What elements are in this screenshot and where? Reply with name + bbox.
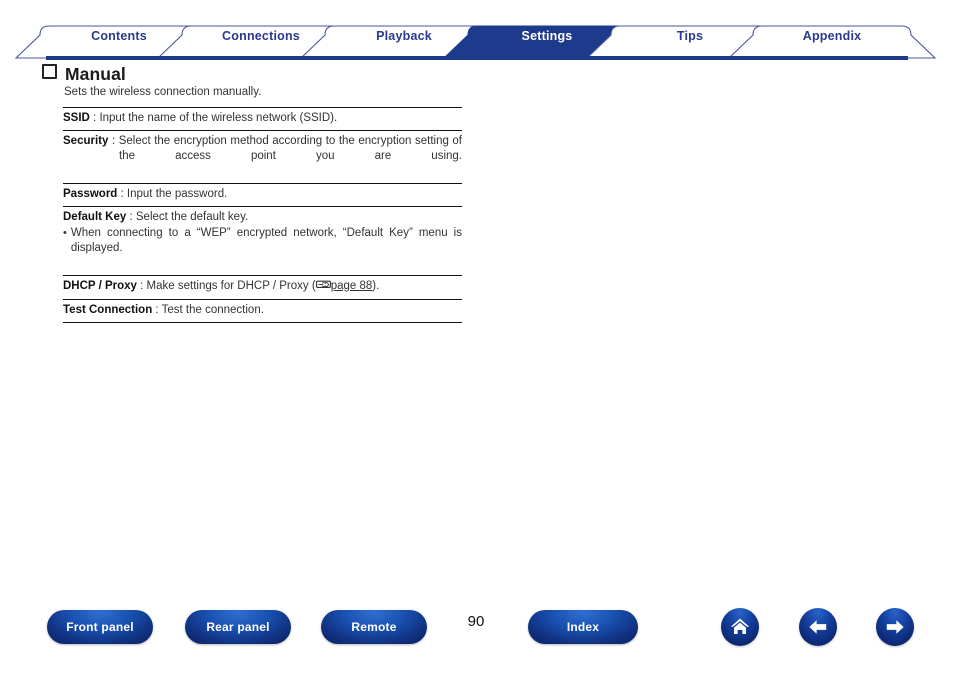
spec-term: DHCP / Proxy bbox=[63, 280, 137, 292]
table-row: Default Key : Select the default key. • … bbox=[63, 207, 462, 276]
page-reference-link[interactable]: page 88 bbox=[315, 279, 373, 295]
table-row: Security : Select the encryption method … bbox=[63, 131, 462, 184]
spec-description: Select the encryption method according t… bbox=[118, 135, 463, 162]
spec-description: Input the password. bbox=[126, 188, 228, 200]
tab-settings[interactable]: Settings bbox=[522, 29, 573, 43]
arrow-left-glyph bbox=[809, 620, 827, 634]
spec-note-text: When connecting to a “WEP” encrypted net… bbox=[70, 227, 462, 254]
spec-term: Default Key bbox=[63, 211, 127, 223]
page-title-text: Manual bbox=[65, 64, 126, 84]
tab-bar: Contents Connections Playback Settings T… bbox=[0, 0, 954, 62]
arrow-right-glyph bbox=[886, 620, 904, 634]
table-row: SSID : Input the name of the wireless ne… bbox=[63, 108, 462, 131]
page-subtitle: Sets the wireless connection manually. bbox=[64, 86, 262, 98]
rear-panel-button[interactable]: Rear panel bbox=[185, 610, 291, 644]
hollow-square-icon bbox=[42, 64, 57, 79]
spec-term: Test Connection bbox=[63, 304, 153, 316]
tab-connections[interactable]: Connections bbox=[222, 29, 300, 43]
index-button[interactable]: Index bbox=[528, 610, 638, 644]
page-reference-icon bbox=[315, 279, 331, 295]
spec-separator: : bbox=[136, 280, 147, 292]
spec-default-key-note: • When connecting to a “WEP” encrypted n… bbox=[63, 226, 462, 271]
table-row: Password : Input the password. bbox=[63, 184, 462, 207]
spec-separator: : bbox=[89, 112, 100, 124]
spec-description: Select the default key. bbox=[135, 211, 249, 223]
tab-tips[interactable]: Tips bbox=[677, 29, 703, 43]
spec-test-connection: Test Connection : Test the connection. bbox=[63, 303, 462, 318]
page-number: 90 bbox=[467, 613, 485, 630]
front-panel-button[interactable]: Front panel bbox=[47, 610, 153, 644]
spec-separator: : bbox=[108, 135, 119, 147]
spec-term: Security bbox=[63, 135, 109, 147]
tab-appendix[interactable]: Appendix bbox=[803, 29, 862, 43]
spec-dhcp-proxy: DHCP / Proxy : Make settings for DHCP / … bbox=[63, 279, 462, 295]
table-row: Test Connection : Test the connection. bbox=[63, 300, 462, 323]
spec-separator: : bbox=[117, 188, 127, 200]
spec-ssid: SSID : Input the name of the wireless ne… bbox=[63, 111, 462, 126]
page-reference-text: page 88 bbox=[330, 280, 373, 292]
spec-description: Test the connection. bbox=[161, 304, 264, 316]
tab-contents[interactable]: Contents bbox=[91, 29, 147, 43]
spec-security: Security : Select the encryption method … bbox=[63, 134, 462, 179]
spec-description: Input the name of the wireless network (… bbox=[99, 112, 338, 124]
table-row: DHCP / Proxy : Make settings for DHCP / … bbox=[63, 276, 462, 300]
spec-description-tail: ). bbox=[372, 280, 380, 292]
tab-baseline bbox=[46, 56, 908, 60]
arrow-right-icon[interactable] bbox=[876, 608, 914, 646]
tab-playback[interactable]: Playback bbox=[376, 29, 432, 43]
remote-button[interactable]: Remote bbox=[321, 610, 427, 644]
spec-password: Password : Input the password. bbox=[63, 187, 462, 202]
arrow-left-icon[interactable] bbox=[799, 608, 837, 646]
spec-term: Password bbox=[63, 188, 118, 200]
bullet-icon: • bbox=[63, 227, 67, 239]
spec-description: Make settings for DHCP / Proxy ( bbox=[146, 280, 316, 292]
home-icon[interactable] bbox=[721, 608, 759, 646]
spec-table: SSID : Input the name of the wireless ne… bbox=[63, 107, 462, 323]
spec-term: SSID bbox=[63, 112, 90, 124]
spec-separator: : bbox=[126, 211, 136, 223]
page-title: Manual bbox=[42, 64, 126, 85]
spec-default-key: Default Key : Select the default key. bbox=[63, 210, 462, 225]
home-glyph bbox=[730, 618, 750, 634]
spec-separator: : bbox=[152, 304, 162, 316]
